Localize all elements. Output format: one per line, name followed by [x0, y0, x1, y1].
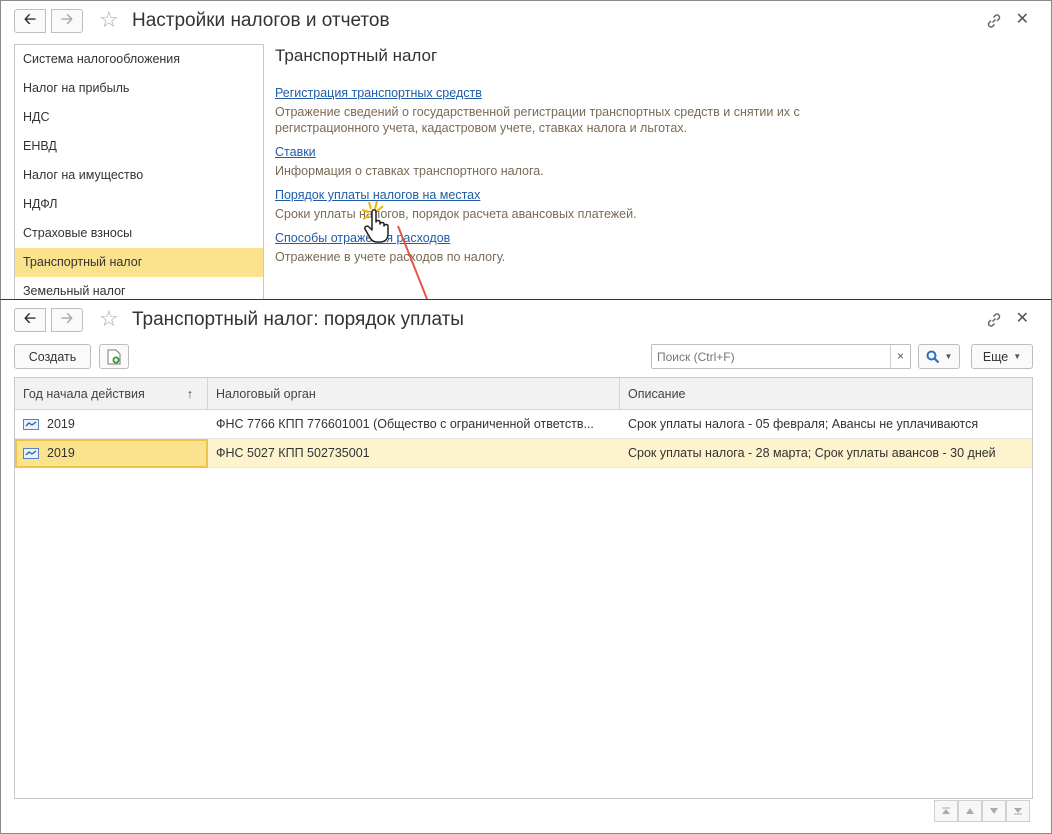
table-header: Год начала действия ↑ Налоговый орган Оп… [15, 378, 1032, 410]
settings-content: Транспортный налог Регистрация транспорт… [275, 46, 800, 274]
close-icon[interactable]: ✕ [1016, 309, 1029, 329]
forward-button[interactable]: 🡢 [51, 9, 83, 33]
record-icon [23, 419, 39, 430]
sort-arrow-icon: ↑ [186, 387, 193, 401]
record-icon [23, 448, 39, 459]
arrow-right-icon: 🡢 [60, 10, 74, 28]
last-page-icon [1014, 808, 1022, 815]
link-icon[interactable] [985, 12, 1003, 30]
sidebar-item-transport-tax[interactable]: Транспортный налог [15, 248, 263, 277]
link-vehicle-registration[interactable]: Регистрация транспортных средств [275, 86, 800, 100]
link-expense-methods[interactable]: Способы отражения расходов [275, 231, 800, 245]
scroll-first-button[interactable] [934, 800, 958, 822]
arrow-left-icon: 🡠 [23, 309, 37, 327]
scroll-down-button[interactable] [982, 800, 1006, 822]
chevron-down-icon: ▼ [1013, 352, 1022, 361]
clear-search-button[interactable]: × [890, 345, 910, 368]
desc-rates: Информация о ставках транспортного налог… [275, 164, 544, 178]
arrow-left-icon: 🡠 [23, 10, 37, 28]
table-pager [934, 800, 1032, 822]
scroll-last-button[interactable] [1006, 800, 1030, 822]
sidebar-item-property-tax[interactable]: Налог на имущество [15, 161, 263, 190]
more-button[interactable]: Еще ▼ [971, 344, 1033, 369]
desc-vehicle-registration: Отражение сведений о государственной рег… [275, 104, 800, 136]
desc-expense-methods: Отражение в учете расходов по налогу. [275, 250, 506, 264]
add-document-icon [107, 349, 121, 364]
sidebar-item-vat[interactable]: НДС [15, 103, 263, 132]
column-header-year[interactable]: Год начала действия ↑ [15, 378, 208, 410]
sidebar-item-land-tax[interactable]: Земельный налог [15, 277, 263, 300]
desc-line-1: Отражение сведений о государственной рег… [275, 105, 800, 119]
window-title: Настройки налогов и отчетов [132, 10, 390, 31]
settings-titlebar: 🡠 🡢 ☆ Настройки налогов и отчетов ✕ [1, 1, 1051, 41]
back-button[interactable]: 🡠 [14, 9, 46, 33]
year-value: 2019 [47, 446, 75, 460]
section-title: Транспортный налог [275, 46, 438, 65]
create-button[interactable]: Создать [14, 344, 91, 369]
column-header-description[interactable]: Описание [620, 378, 1032, 410]
sidebar-item-profit-tax[interactable]: Налог на прибыль [15, 74, 263, 103]
list-toolbar: Создать × ▼ Еще ▼ [14, 344, 1034, 369]
triangle-down-icon [990, 808, 998, 814]
desc-line-2: регистрационного учета, кадастровом учет… [275, 121, 688, 135]
window-title: Транспортный налог: порядок уплаты [132, 309, 464, 330]
tax-sidebar: Система налогообложения Налог на прибыль… [14, 44, 264, 300]
payment-procedure-table: Год начала действия ↑ Налоговый орган Оп… [14, 377, 1033, 799]
table-row-selected[interactable]: 2019 ФНС 5027 КПП 502735001 Срок уплаты … [15, 439, 1032, 468]
favorite-star-icon[interactable]: ☆ [99, 7, 119, 33]
chevron-down-icon: ▼ [944, 352, 953, 361]
cell-year: 2019 [15, 410, 208, 439]
sidebar-item-insurance[interactable]: Страховые взносы [15, 219, 263, 248]
cell-tax-office: ФНС 7766 КПП 776601001 (Общество с огран… [216, 417, 594, 431]
hand-cursor-icon [361, 200, 389, 243]
sidebar-item-envd[interactable]: ЕНВД [15, 132, 263, 161]
settings-window: 🡠 🡢 ☆ Настройки налогов и отчетов ✕ Сист… [0, 0, 1052, 300]
link-payment-procedure[interactable]: Порядок уплаты налогов на местах [275, 188, 800, 202]
table-row[interactable]: 2019 ФНС 7766 КПП 776601001 (Общество с … [15, 410, 1032, 439]
year-value: 2019 [47, 417, 75, 431]
search-box: × [651, 344, 911, 369]
add-copy-button[interactable] [99, 344, 129, 369]
column-header-tax-office[interactable]: Налоговый орган [208, 378, 620, 410]
scroll-up-button[interactable] [958, 800, 982, 822]
arrow-right-icon: 🡢 [60, 309, 74, 327]
desc-payment-procedure: Сроки уплаты налогов, порядок расчета ав… [275, 207, 637, 221]
search-input[interactable] [652, 345, 887, 368]
sidebar-item-tax-system[interactable]: Система налогообложения [15, 45, 263, 74]
sidebar-item-ndfl[interactable]: НДФЛ [15, 190, 263, 219]
list-titlebar: 🡠 🡢 ☆ Транспортный налог: порядок уплаты… [1, 300, 1051, 340]
link-icon[interactable] [985, 311, 1003, 329]
payment-procedure-window: 🡠 🡢 ☆ Транспортный налог: порядок уплаты… [0, 299, 1052, 834]
cell-tax-office: ФНС 5027 КПП 502735001 [216, 446, 370, 460]
more-label: Еще [982, 349, 1009, 364]
search-icon [926, 350, 939, 363]
forward-button[interactable]: 🡢 [51, 308, 83, 332]
favorite-star-icon[interactable]: ☆ [99, 306, 119, 332]
first-page-icon [942, 807, 950, 814]
triangle-up-icon [966, 808, 974, 814]
cell-description: Срок уплаты налога - 05 февраля; Авансы … [628, 417, 979, 431]
search-button[interactable]: ▼ [918, 344, 960, 369]
cell-year: 2019 [15, 439, 208, 468]
column-label: Год начала действия [23, 387, 145, 401]
link-rates[interactable]: Ставки [275, 145, 800, 159]
cell-description: Срок уплаты налога - 28 марта; Срок упла… [628, 446, 996, 460]
close-icon[interactable]: ✕ [1016, 10, 1029, 30]
back-button[interactable]: 🡠 [14, 308, 46, 332]
